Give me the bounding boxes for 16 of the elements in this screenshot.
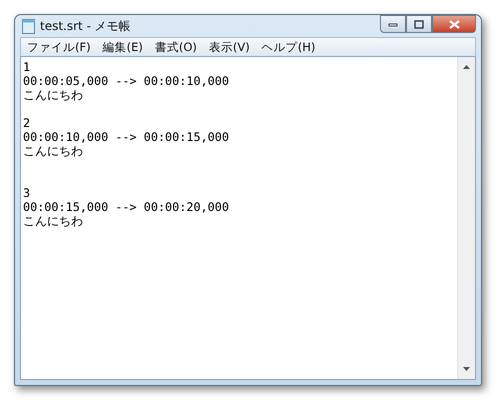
close-icon	[448, 20, 460, 28]
maximize-icon	[414, 20, 424, 28]
notepad-icon	[22, 18, 35, 34]
scroll-down-icon[interactable]	[463, 367, 470, 371]
menu-item[interactable]: ヘルプ(H)	[262, 40, 316, 54]
menu-item[interactable]: 表示(V)	[208, 40, 250, 54]
menu-item[interactable]: ファイル(F)	[27, 40, 91, 54]
menu-item[interactable]: 書式(O)	[154, 40, 197, 54]
minimize-icon	[388, 21, 398, 27]
close-button[interactable]	[432, 15, 476, 33]
maximize-button[interactable]	[406, 15, 432, 33]
minimize-button[interactable]	[380, 15, 406, 33]
scroll-up-icon[interactable]	[463, 65, 470, 69]
menu-item[interactable]: 編集(E)	[102, 40, 143, 54]
window-title: test.srt - メモ帳	[40, 18, 131, 34]
scroll-bar[interactable]	[457, 57, 475, 379]
